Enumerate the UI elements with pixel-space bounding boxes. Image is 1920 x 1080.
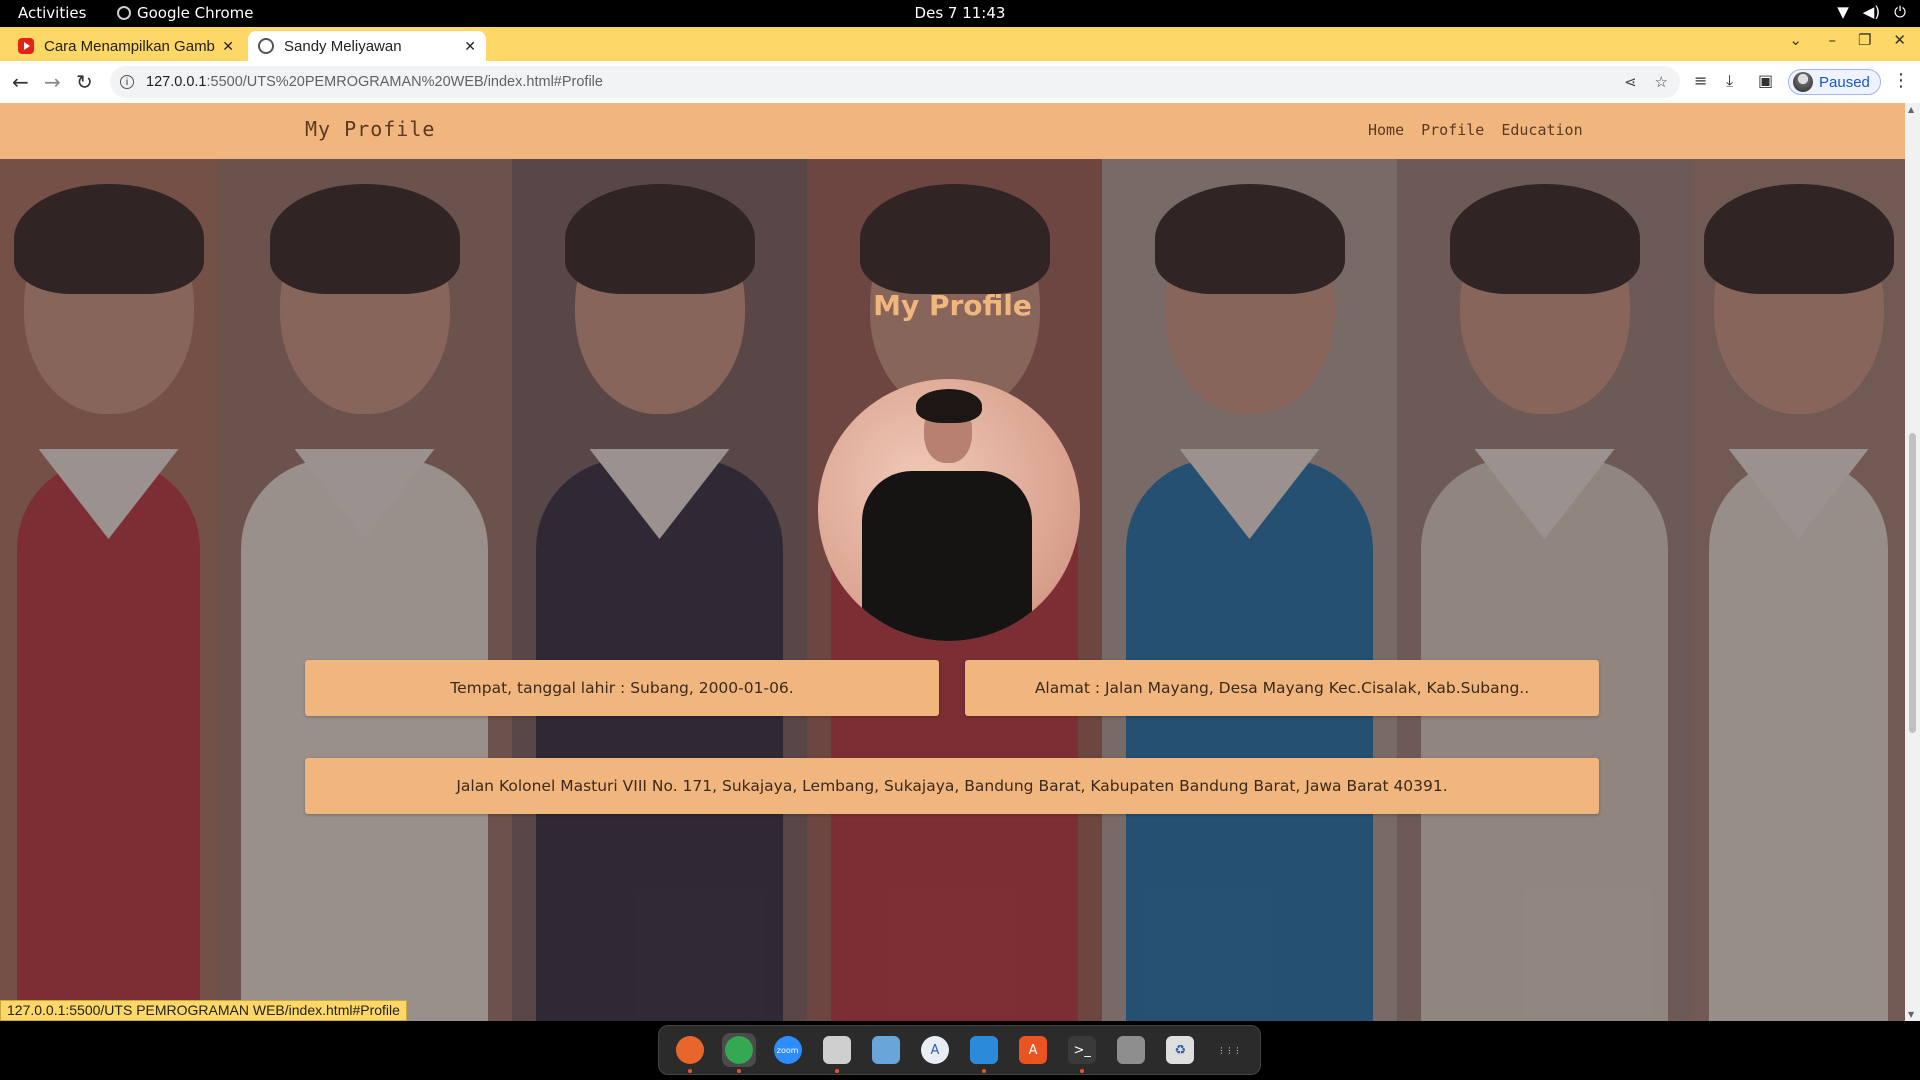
running-indicator bbox=[736, 1069, 741, 1073]
activities-button[interactable]: Activities bbox=[18, 4, 86, 22]
power-icon: ⏻ bbox=[1894, 3, 1906, 21]
scroll-down-arrow-icon[interactable]: ▼ bbox=[1908, 1010, 1914, 1019]
profile-avatar bbox=[1793, 72, 1813, 92]
nav-link-home[interactable]: Home bbox=[1368, 121, 1404, 139]
site-navbar: My Profile Home Profile Education bbox=[0, 103, 1905, 159]
bookmark-star-icon[interactable]: ☆ bbox=[1655, 73, 1668, 91]
site-info-icon[interactable]: i bbox=[120, 75, 134, 89]
app-menu-label: Google Chrome bbox=[137, 4, 254, 22]
download-icon[interactable]: ⤓ bbox=[1726, 71, 1733, 91]
kebab-menu-icon[interactable]: ⋮ bbox=[1892, 70, 1910, 91]
app-store-icon[interactable]: A bbox=[918, 1033, 952, 1067]
scrollbar-thumb[interactable] bbox=[1909, 433, 1916, 733]
nav-link-education[interactable]: Education bbox=[1501, 121, 1582, 139]
terminal-icon[interactable]: >_ bbox=[1065, 1033, 1099, 1073]
restore-icon[interactable]: ❐ bbox=[1858, 31, 1871, 49]
reload-icon[interactable]: ↻ bbox=[76, 70, 93, 94]
files-icon[interactable] bbox=[820, 1033, 854, 1073]
forward-arrow-icon[interactable]: → bbox=[44, 70, 61, 94]
tab-title: Sandy Meliyawan bbox=[284, 37, 402, 55]
app-grid-icon[interactable]: ⋮⋮⋮ bbox=[1212, 1033, 1246, 1067]
disk-icon[interactable] bbox=[1114, 1033, 1148, 1067]
birth-info-card: Tempat, tanggal lahir : Subang, 2000-01-… bbox=[305, 660, 939, 716]
photo-hair-shape bbox=[916, 389, 982, 423]
link-status-bubble: 127.0.0.1:5500/UTS PEMROGRAMAN WEB/index… bbox=[0, 1000, 407, 1021]
tab-strip: Cara Menampilkan Gamb ✕ Sandy Meliyawan … bbox=[0, 27, 1920, 82]
chrome-small-icon bbox=[117, 6, 131, 20]
close-window-icon[interactable]: ✕ bbox=[1893, 31, 1906, 49]
url-host: 127.0.0.1 bbox=[146, 74, 207, 90]
scroll-up-arrow-icon[interactable]: ▲ bbox=[1908, 105, 1914, 114]
share-icon[interactable]: ⋖ bbox=[1624, 73, 1637, 91]
site-brand[interactable]: My Profile bbox=[305, 117, 435, 141]
page-viewport: My Profile Home Profile Education My Pro… bbox=[0, 103, 1905, 1021]
dock: zoom A A >_ ♻ ⋮⋮⋮ bbox=[658, 1025, 1261, 1075]
clock[interactable]: Des 7 11:43 bbox=[0, 4, 1920, 22]
vscode-icon[interactable] bbox=[967, 1033, 1001, 1073]
running-indicator bbox=[982, 1069, 986, 1073]
close-tab-icon[interactable]: ✕ bbox=[222, 38, 234, 55]
side-panel-icon[interactable]: ▣ bbox=[1758, 71, 1773, 90]
url-path: :5500/UTS%20PEMROGRAMAN%20WEB/index.html… bbox=[206, 74, 603, 90]
app-menu[interactable]: Google Chrome bbox=[117, 4, 254, 22]
system-tray[interactable]: ▼ ◀) ⏻ bbox=[1837, 3, 1906, 21]
profile-paused-label: Paused bbox=[1819, 73, 1870, 91]
tab-search-chevron-icon[interactable]: ⌄ bbox=[1789, 31, 1802, 49]
nav-link-profile[interactable]: Profile bbox=[1421, 121, 1484, 139]
running-indicator bbox=[1080, 1069, 1085, 1073]
chrome-icon[interactable] bbox=[721, 1033, 756, 1073]
system-top-bar: Activities Google Chrome Des 7 11:43 ▼ ◀… bbox=[0, 0, 1920, 27]
close-tab-icon[interactable]: ✕ bbox=[464, 38, 476, 55]
minimize-icon[interactable]: – bbox=[1828, 31, 1836, 49]
full-address-card: Jalan Kolonel Masturi VIII No. 171, Suka… bbox=[305, 758, 1599, 814]
window-controls: – ❐ ✕ bbox=[1828, 31, 1906, 49]
tab-title: Cara Menampilkan Gamb bbox=[44, 37, 215, 55]
running-indicator bbox=[687, 1069, 692, 1073]
trash-icon[interactable]: ♻ bbox=[1163, 1033, 1197, 1067]
firefox-icon[interactable] bbox=[673, 1033, 707, 1073]
cube-app-icon[interactable] bbox=[869, 1033, 903, 1067]
zoom-icon[interactable]: zoom bbox=[771, 1033, 805, 1067]
profile-section-title: My Profile bbox=[873, 289, 1032, 322]
tab-sandy-meliyawan[interactable]: Sandy Meliyawan ✕ bbox=[248, 31, 486, 61]
volume-icon: ◀) bbox=[1862, 3, 1881, 21]
browser-toolbar: ← → ↻ i 127.0.0.1:5500/UTS%20PEMROGRAMAN… bbox=[0, 61, 1920, 103]
reading-list-icon[interactable]: ≡ bbox=[1694, 71, 1707, 90]
globe-icon bbox=[258, 38, 274, 54]
tab-youtube[interactable]: Cara Menampilkan Gamb ✕ bbox=[8, 31, 244, 61]
profile-paused-button[interactable]: Paused bbox=[1788, 69, 1881, 95]
address-bar[interactable]: i 127.0.0.1:5500/UTS%20PEMROGRAMAN%20WEB… bbox=[110, 66, 1680, 98]
wifi-icon: ▼ bbox=[1837, 3, 1849, 21]
profile-photo bbox=[818, 379, 1080, 641]
running-indicator bbox=[834, 1069, 839, 1073]
youtube-icon bbox=[18, 38, 34, 54]
page-scrollbar[interactable]: ▲ ▼ bbox=[1905, 103, 1920, 1021]
back-arrow-icon[interactable]: ← bbox=[12, 70, 29, 94]
photo-body-shape bbox=[862, 471, 1032, 641]
address-card: Alamat : Jalan Mayang, Desa Mayang Kec.C… bbox=[965, 660, 1599, 716]
site-nav-links: Home Profile Education bbox=[1368, 121, 1583, 139]
software-center-icon[interactable]: A bbox=[1016, 1033, 1050, 1067]
